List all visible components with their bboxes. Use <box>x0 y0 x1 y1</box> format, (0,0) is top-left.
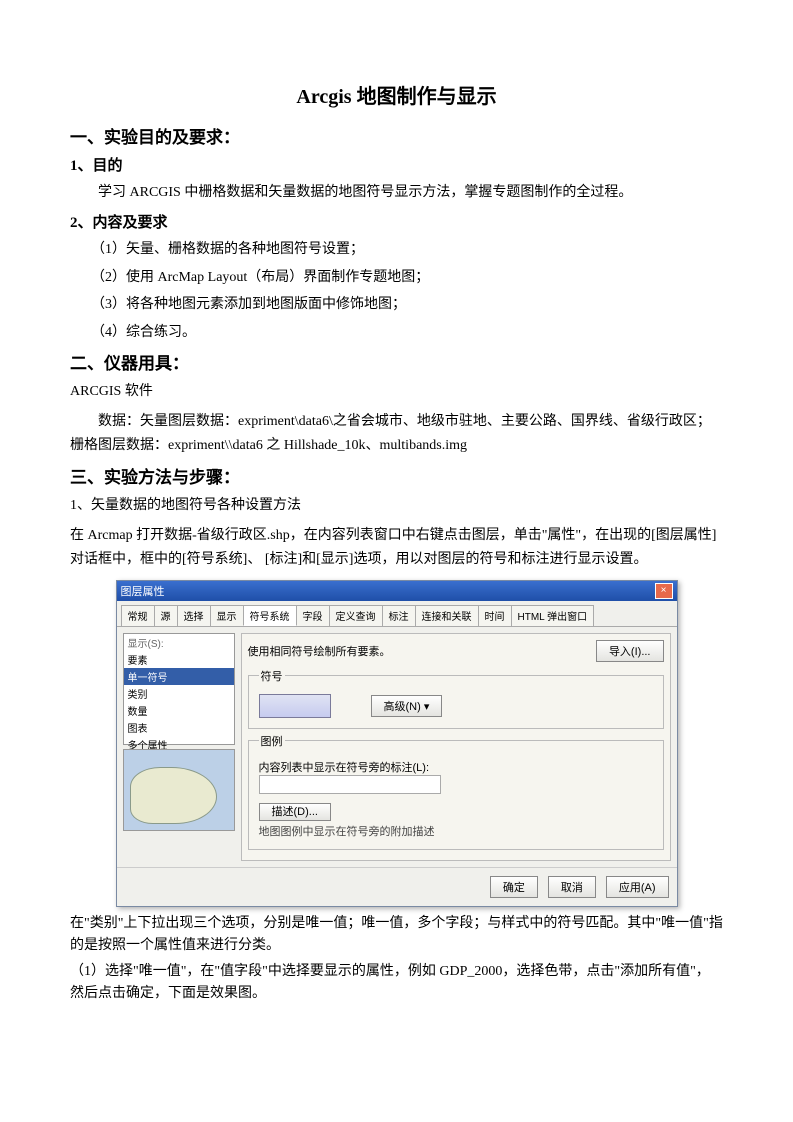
legend-fieldset: 图例 内容列表中显示在符号旁的标注(L): 描述(D)... 地图图例中显示在符… <box>248 733 664 850</box>
legend-legend: 图例 <box>259 733 285 749</box>
section2-p1: ARCGIS 软件 <box>70 380 723 404</box>
apply-button[interactable]: 应用(A) <box>606 876 669 898</box>
tab-source[interactable]: 源 <box>154 605 178 626</box>
list-item[interactable]: 图表 <box>124 719 234 736</box>
item: （4）综合练习。 <box>70 321 723 345</box>
symbol-legend: 符号 <box>259 668 285 684</box>
tab-display[interactable]: 显示 <box>210 605 244 626</box>
section1-sub2: 2、内容及要求 <box>70 211 723 232</box>
right-panel-title: 使用相同符号绘制所有要素。 <box>248 643 391 659</box>
cancel-button[interactable]: 取消 <box>548 876 596 898</box>
after-p1: 在"类别"上下拉出现三个选项，分别是唯一值；唯一值，多个字段；与样式中的符号匹配… <box>70 913 723 958</box>
list-item-selected[interactable]: 单一符号 <box>124 668 234 685</box>
section1-p1: 学习 ARCGIS 中栅格数据和矢量数据的地图符号显示方法，掌握专题图制作的全过… <box>70 181 723 205</box>
show-listbox[interactable]: 显示(S): 要素 单一符号 类别 数量 图表 多个属性 <box>123 633 235 745</box>
doc-title: Arcgis 地图制作与显示 <box>70 80 723 109</box>
ok-button[interactable]: 确定 <box>490 876 538 898</box>
legend-label-input[interactable] <box>259 775 441 794</box>
section1-items: （1）矢量、栅格数据的各种地图符号设置； （2）使用 ArcMap Layout… <box>70 238 723 345</box>
description-text: 地图图例中显示在符号旁的附加描述 <box>259 823 653 839</box>
tab-symbology[interactable]: 符号系统 <box>243 605 297 626</box>
tab-selection[interactable]: 选择 <box>177 605 211 626</box>
section1-sub1: 1、目的 <box>70 154 723 175</box>
section3-heading: 三、实验方法与步骤： <box>70 463 723 488</box>
after-p2: （1）选择"唯一值"，在"值字段"中选择要显示的属性，例如 GDP_2000，选… <box>70 961 723 1006</box>
section3-p2: 在 Arcmap 打开数据-省级行政区.shp，在内容列表窗口中右键点击图层，单… <box>70 524 723 572</box>
layer-properties-dialog: 图层属性 × 常规 源 选择 显示 符号系统 字段 定义查询 标注 连接和关联 … <box>116 580 678 907</box>
dialog-titlebar[interactable]: 图层属性 × <box>117 581 677 601</box>
tab-general[interactable]: 常规 <box>121 605 155 626</box>
list-item[interactable]: 要素 <box>124 651 234 668</box>
section3-p1: 1、矢量数据的地图符号各种设置方法 <box>70 494 723 518</box>
dialog-tabs: 常规 源 选择 显示 符号系统 字段 定义查询 标注 连接和关联 时间 HTML… <box>117 601 677 627</box>
item: （1）矢量、栅格数据的各种地图符号设置； <box>70 238 723 262</box>
tab-html[interactable]: HTML 弹出窗口 <box>511 605 595 626</box>
section2-p2: 数据：矢量图层数据：expriment\data6\之省会城市、地级市驻地、主要… <box>70 410 723 458</box>
tab-labels[interactable]: 标注 <box>382 605 416 626</box>
dialog-title-text: 图层属性 <box>121 583 165 599</box>
tab-joins[interactable]: 连接和关联 <box>415 605 479 626</box>
map-preview <box>123 749 235 831</box>
section2-heading: 二、仪器用具： <box>70 349 723 374</box>
tab-time[interactable]: 时间 <box>478 605 512 626</box>
description-button[interactable]: 描述(D)... <box>259 803 331 821</box>
list-item[interactable]: 数量 <box>124 702 234 719</box>
tab-defquery[interactable]: 定义查询 <box>329 605 383 626</box>
listbox-header: 显示(S): <box>124 634 234 651</box>
item: （2）使用 ArcMap Layout（布局）界面制作专题地图； <box>70 266 723 290</box>
section1-heading: 一、实验目的及要求： <box>70 123 723 148</box>
advanced-button[interactable]: 高级(N) ▾ <box>371 695 443 717</box>
symbol-fieldset: 符号 高级(N) ▾ <box>248 668 664 729</box>
item: （3）将各种地图元素添加到地图版面中修饰地图； <box>70 293 723 317</box>
tab-fields[interactable]: 字段 <box>296 605 330 626</box>
symbol-swatch[interactable] <box>259 694 331 718</box>
close-icon[interactable]: × <box>655 583 673 599</box>
legend-label-text: 内容列表中显示在符号旁的标注(L): <box>259 759 653 775</box>
import-button[interactable]: 导入(I)... <box>596 640 664 662</box>
list-item[interactable]: 类别 <box>124 685 234 702</box>
